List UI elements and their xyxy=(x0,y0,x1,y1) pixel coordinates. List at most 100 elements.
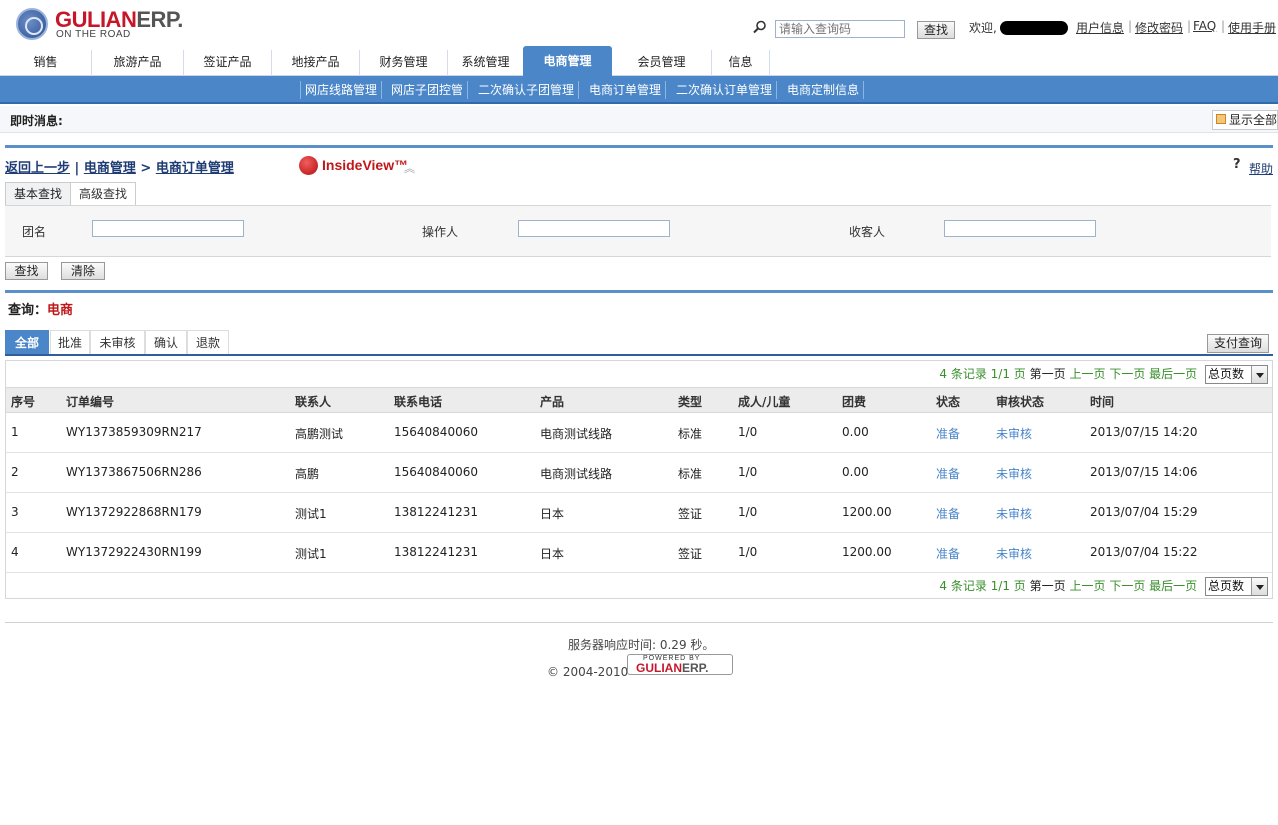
cell-order-id[interactable]: WY1372922430RN199 xyxy=(66,545,202,559)
col-header-product: 产品 xyxy=(540,395,565,409)
cell-order-id[interactable]: WY1373867506RN286 xyxy=(66,465,202,479)
cell-index: 2 xyxy=(11,465,19,479)
pager-records: 4 条记录 xyxy=(939,367,987,381)
cell-status-link[interactable]: 准备 xyxy=(936,425,960,442)
subnav-shop-subgroups[interactable]: 网店子团控管 xyxy=(387,81,469,99)
pager-pages: 1/1 页 xyxy=(990,579,1026,593)
tab-finance[interactable]: 财务管理 xyxy=(360,50,448,76)
cell-phone: 13812241231 xyxy=(394,545,478,559)
instant-message-bar xyxy=(0,106,1278,133)
sub-nav: 网店线路管理 网店子团控管 二次确认子团管理 电商订单管理 二次确认订单管理 电… xyxy=(0,76,1278,104)
pager-last[interactable]: 最后一页 xyxy=(1149,579,1197,593)
receiver-label: 收客人 xyxy=(849,225,886,239)
operator-label: 操作人 xyxy=(422,225,459,239)
col-header-fee: 团费 xyxy=(842,395,867,409)
tab-visa-products[interactable]: 签证产品 xyxy=(184,50,272,76)
change-password-link[interactable]: 修改密码 xyxy=(1135,19,1183,36)
instant-message-label: 即时消息: xyxy=(10,114,63,128)
subnav-shop-routes[interactable]: 网店线路管理 xyxy=(300,81,383,99)
cell-fee: 1200.00 xyxy=(842,545,892,559)
status-tabs-rule xyxy=(5,354,1273,356)
clear-button[interactable]: 清除 xyxy=(61,262,105,280)
pager-next[interactable]: 下一页 xyxy=(1109,367,1145,381)
dropdown-arrow-icon xyxy=(1251,366,1267,383)
cell-product: 电商测试线路 xyxy=(540,427,613,441)
cell-product: 日本 xyxy=(540,507,565,521)
cell-review-status-link[interactable]: 未审核 xyxy=(996,425,1032,442)
cell-status-link[interactable]: 准备 xyxy=(936,545,960,562)
cell-order-id[interactable]: WY1373859309RN217 xyxy=(66,425,202,439)
pager-prev[interactable]: 上一页 xyxy=(1069,579,1105,593)
section-divider xyxy=(5,145,1273,148)
response-time-text: 服务器响应时间: 0.29 秒。 xyxy=(568,638,715,652)
subnav-ecommerce-orders[interactable]: 电商订单管理 xyxy=(585,81,667,99)
copyright-text: © 2004-2010 xyxy=(547,665,629,679)
col-header-contact: 联系人 xyxy=(295,395,332,409)
pay-query-button[interactable]: 支付查询 xyxy=(1207,334,1269,353)
col-header-phone: 联系电话 xyxy=(394,395,443,409)
receiver-input[interactable] xyxy=(944,220,1096,237)
tab-status-unreviewed[interactable]: 未审核 xyxy=(90,330,145,355)
tab-status-refund[interactable]: 退款 xyxy=(187,330,229,355)
tab-sales[interactable]: 销售 xyxy=(0,50,92,76)
user-info-link[interactable]: 用户信息 xyxy=(1076,19,1124,36)
help-link[interactable]: 帮助 xyxy=(1249,160,1273,177)
tab-advanced-search[interactable]: 高级查找 xyxy=(70,182,137,206)
page-select[interactable]: 总页数 xyxy=(1205,365,1268,384)
breadcrumb-section-link[interactable]: 电商管理 xyxy=(84,161,136,176)
brand-tagline: ON THE ROAD xyxy=(56,29,131,40)
insideview-icon[interactable] xyxy=(299,156,318,175)
tab-system[interactable]: 系统管理 xyxy=(448,50,524,76)
tab-info[interactable]: 信息 xyxy=(712,50,770,76)
cell-index: 4 xyxy=(11,545,19,559)
cell-review-status-link[interactable]: 未审核 xyxy=(996,505,1032,522)
cell-time: 2013/07/04 15:29 xyxy=(1090,505,1198,519)
insideview-link[interactable]: InsideView™ xyxy=(322,157,408,173)
powered-brand-main: GULIAN xyxy=(636,661,682,675)
find-button[interactable]: 查找 xyxy=(5,262,48,280)
tab-ecommerce[interactable]: 电商管理 xyxy=(523,46,612,76)
cell-review-status-link[interactable]: 未审核 xyxy=(996,465,1032,482)
pager-first: 第一页 xyxy=(1029,579,1066,593)
cell-adult-child: 1/0 xyxy=(738,505,758,519)
breadcrumb-page-link[interactable]: 电商订单管理 xyxy=(156,161,234,176)
search-button[interactable]: 查找 xyxy=(917,21,955,39)
tab-ground-products[interactable]: 地接产品 xyxy=(272,50,360,76)
collapse-up-icon[interactable]: ︽ xyxy=(404,160,415,176)
tab-status-approved[interactable]: 批准 xyxy=(50,330,90,355)
cell-order-id[interactable]: WY1372922868RN179 xyxy=(66,505,202,519)
cell-index: 3 xyxy=(11,505,19,519)
breadcrumb-separator: > xyxy=(140,161,152,176)
cell-phone: 13812241231 xyxy=(394,505,478,519)
back-link[interactable]: 返回上一步 xyxy=(5,161,70,176)
subnav-reconfirm-orders[interactable]: 二次确认订单管理 xyxy=(672,81,778,99)
cell-status-link[interactable]: 准备 xyxy=(936,505,960,522)
tab-tour-products[interactable]: 旅游产品 xyxy=(92,50,184,76)
cell-adult-child: 1/0 xyxy=(738,425,758,439)
col-header-adult-child: 成人/儿童 xyxy=(738,395,791,409)
page-select[interactable]: 总页数 xyxy=(1205,577,1268,596)
col-header-order-id: 订单编号 xyxy=(66,395,115,409)
cell-review-status-link[interactable]: 未审核 xyxy=(996,545,1032,562)
user-manual-link[interactable]: 使用手册 xyxy=(1228,19,1276,36)
cell-contact: 测试1 xyxy=(295,547,327,561)
faq-link[interactable]: FAQ xyxy=(1193,19,1216,33)
tab-status-confirmed[interactable]: 确认 xyxy=(145,330,187,355)
pager-next[interactable]: 下一页 xyxy=(1109,579,1145,593)
main-nav: 销售 旅游产品 签证产品 地接产品 财务管理 系统管理 电商管理 会员管理 信息 xyxy=(0,46,1278,76)
search-input[interactable] xyxy=(775,20,905,38)
cell-type: 标准 xyxy=(678,427,703,441)
tab-status-all[interactable]: 全部 xyxy=(5,330,49,355)
cell-status-link[interactable]: 准备 xyxy=(936,465,960,482)
col-header-time: 时间 xyxy=(1090,395,1115,409)
group-name-input[interactable] xyxy=(92,220,244,237)
pager-last[interactable]: 最后一页 xyxy=(1149,367,1197,381)
subnav-custom-info[interactable]: 电商定制信息 xyxy=(783,81,865,99)
tab-basic-search[interactable]: 基本查找 xyxy=(5,182,72,206)
tab-members[interactable]: 会员管理 xyxy=(612,50,712,76)
subnav-reconfirm-subgroups[interactable]: 二次确认子团管理 xyxy=(474,81,580,99)
operator-input[interactable] xyxy=(518,220,670,237)
pager-prev[interactable]: 上一页 xyxy=(1069,367,1105,381)
header-separator: | xyxy=(1187,19,1192,33)
header-separator: | xyxy=(1221,19,1226,33)
